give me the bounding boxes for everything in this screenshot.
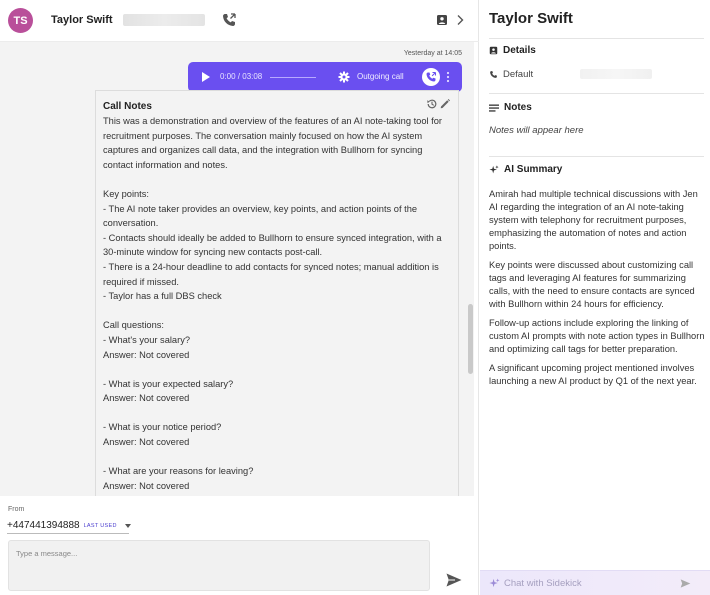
audio-progress-slider[interactable] (270, 77, 316, 78)
scrollbar-thumb[interactable] (468, 304, 473, 374)
call-icon[interactable] (221, 12, 237, 28)
contact-sidebar: Taylor Swift Details Default Notes Notes… (480, 0, 710, 595)
notes-heading: Notes (489, 102, 532, 113)
divider (489, 93, 704, 94)
default-number-redacted (580, 69, 652, 79)
divider (489, 156, 704, 157)
sidekick-chat-bar (480, 570, 710, 595)
audio-time: 0:00 / 03:08 (220, 72, 263, 81)
phone-small-icon (490, 71, 497, 78)
conversation-pane: TS Taylor Swift Yesterday at 14:05 0:00 … (0, 0, 479, 595)
gear-icon[interactable] (338, 71, 350, 83)
ai-summary-paragraph: Follow-up actions include exploring the … (489, 318, 705, 354)
sidekick-input[interactable] (504, 575, 674, 592)
send-icon[interactable] (446, 573, 462, 587)
divider (489, 38, 704, 39)
message-timestamp: Yesterday at 14:05 (403, 50, 462, 57)
scrollbar[interactable] (466, 42, 474, 496)
details-heading: Details (489, 45, 536, 56)
details-heading-label: Details (503, 45, 536, 56)
ai-summary-paragraph: Amirah had multiple technical discussion… (489, 189, 698, 251)
ai-summary-heading: AI Summary (489, 164, 562, 175)
ai-summary-paragraph: Key points were discussed about customiz… (489, 260, 695, 309)
contact-name[interactable]: Taylor Swift (51, 14, 113, 26)
default-phone-row[interactable]: Default (489, 69, 533, 80)
phone-icon (422, 68, 440, 86)
play-icon[interactable] (202, 72, 210, 82)
call-direction-label: Outgoing call (357, 72, 404, 81)
sparkle-icon (489, 578, 500, 588)
conversation-header: TS Taylor Swift (0, 0, 479, 42)
ai-summary-paragraph: A significant upcoming project mentioned… (489, 363, 697, 386)
notes-body: This was a demonstration and overview of… (103, 116, 443, 491)
call-recording-player: 0:00 / 03:08 Outgoing call (188, 62, 462, 92)
notes-title: Call Notes (103, 101, 152, 112)
contact-card-icon[interactable] (436, 14, 448, 26)
notes-placeholder: Notes will appear here (489, 125, 584, 136)
from-number: +447441394888 (7, 520, 80, 531)
message-input[interactable] (8, 540, 430, 591)
message-thread: Yesterday at 14:05 0:00 / 03:08 Outgoing… (0, 42, 470, 496)
notes-icon (489, 104, 499, 112)
call-notes-card: Call Notes This was a demonstration and … (95, 90, 459, 496)
avatar[interactable]: TS (8, 8, 33, 33)
sidebar-title: Taylor Swift (489, 10, 573, 27)
sparkle-icon (489, 164, 499, 173)
chevron-right-icon[interactable] (456, 14, 464, 26)
from-number-select[interactable]: +447441394888 LAST USED (7, 518, 131, 534)
more-vertical-icon[interactable] (446, 71, 450, 83)
details-icon (489, 46, 498, 55)
ai-summary: Amirah had multiple technical discussion… (489, 188, 705, 394)
default-label: Default (503, 69, 534, 80)
from-label: From (8, 506, 25, 513)
ai-summary-heading-label: AI Summary (504, 164, 563, 175)
last-used-badge: LAST USED (83, 522, 117, 529)
contact-number-redacted (123, 14, 205, 26)
edit-icon[interactable] (439, 98, 451, 110)
send-icon[interactable] (680, 579, 691, 588)
history-icon[interactable] (426, 98, 438, 110)
composer: From +447441394888 LAST USED (0, 496, 470, 595)
dropdown-icon (125, 524, 131, 528)
notes-heading-label: Notes (504, 102, 532, 113)
